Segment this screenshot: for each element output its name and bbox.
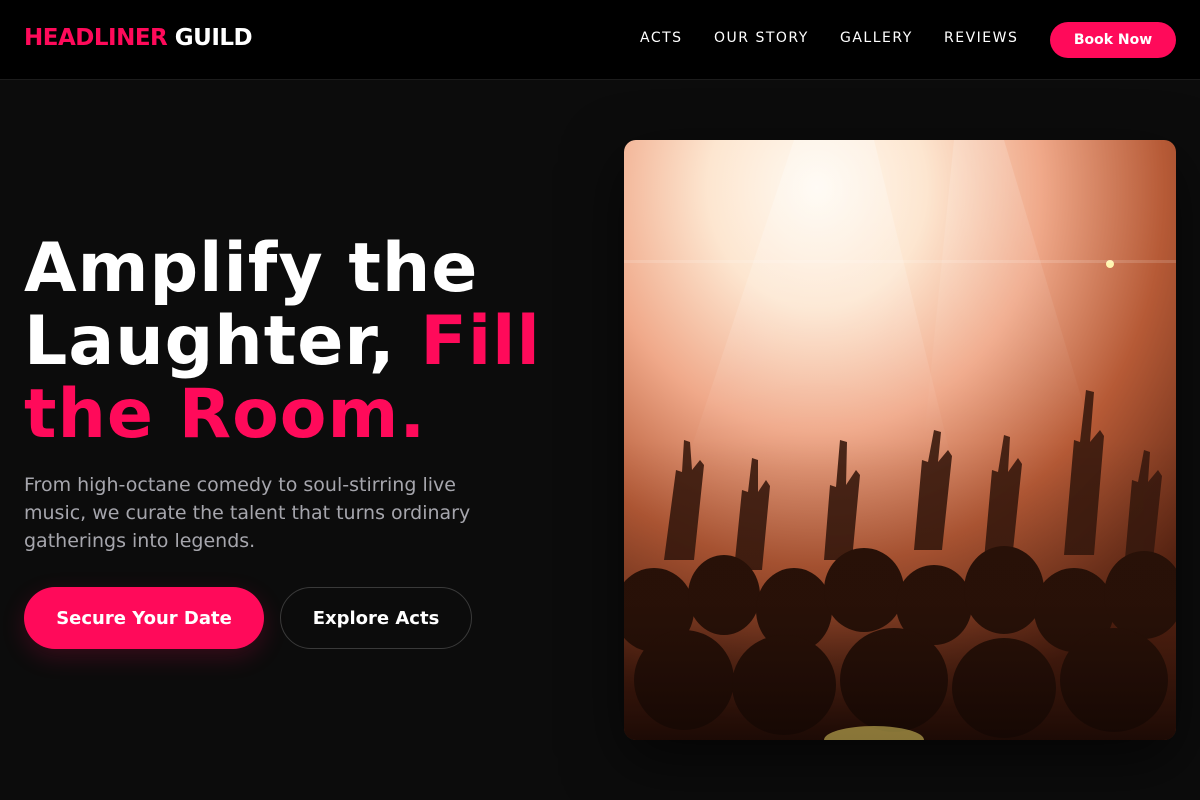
brand-name-plain: GUILD — [174, 25, 253, 51]
brand-logo[interactable]: HEADLINER GUILD — [24, 25, 253, 51]
nav-link-our-story[interactable]: OUR STORY — [714, 30, 809, 46]
hero-title-accent-room: the Room. — [24, 375, 427, 454]
concert-crowd-illustration — [624, 140, 1176, 740]
hero-title-line2: Laughter, — [24, 302, 421, 381]
hero-concert-image — [624, 140, 1176, 740]
nav-link-reviews[interactable]: REVIEWS — [944, 30, 1018, 46]
book-now-button[interactable]: Book Now — [1050, 22, 1176, 58]
top-navigation-bar: HEADLINER GUILD ACTS OUR STORY GALLERY R… — [0, 0, 1200, 80]
nav-link-gallery[interactable]: GALLERY — [840, 30, 913, 46]
nav-link-acts[interactable]: ACTS — [640, 30, 683, 46]
hero-subtitle: From high-octane comedy to soul-stirring… — [24, 474, 471, 552]
secure-your-date-button[interactable]: Secure Your Date — [24, 587, 264, 649]
hero-title-accent-fill: Fill — [420, 302, 541, 381]
hero-title: Amplify the Laughter, Fill the Room. — [24, 232, 604, 451]
brand-name-accent: HEADLINER — [24, 25, 168, 51]
hero-title-line1: Amplify the — [24, 229, 479, 308]
explore-acts-button[interactable]: Explore Acts — [280, 587, 472, 649]
